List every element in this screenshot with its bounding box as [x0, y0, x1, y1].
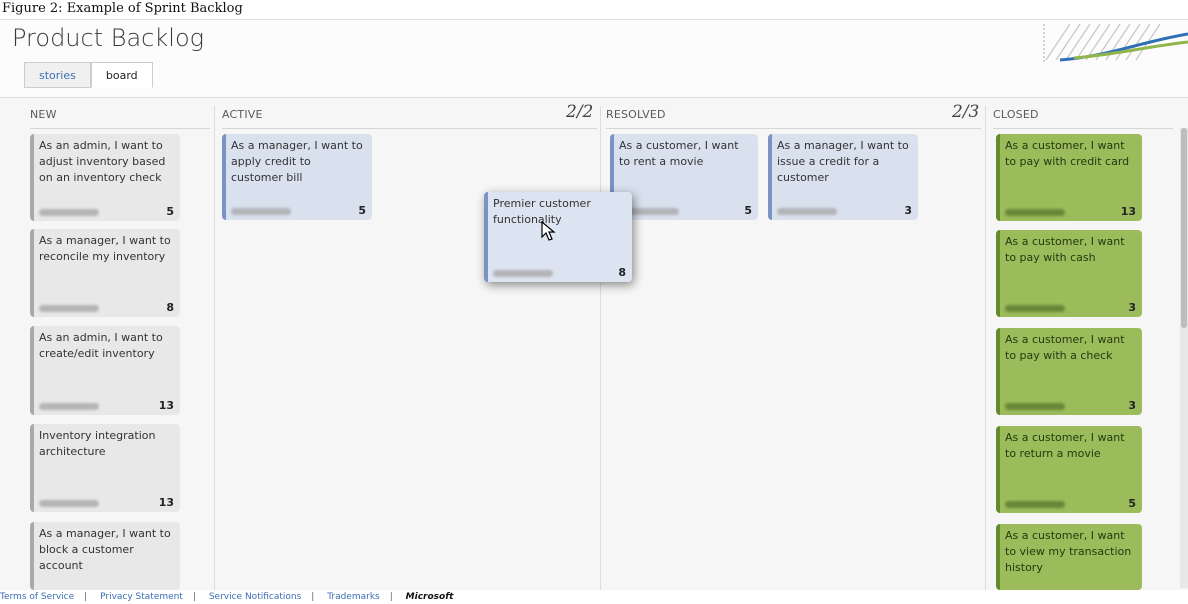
card-points: 13	[158, 496, 174, 509]
card-points: 3	[1128, 301, 1136, 314]
card-owner	[777, 208, 837, 215]
column-divider	[985, 106, 986, 590]
column-divider	[214, 106, 215, 590]
card-points: 13	[158, 399, 174, 412]
story-card[interactable]: As a customer, I want to rent a movie 5	[610, 134, 758, 220]
page-header: Product Backlog stories board	[0, 20, 1188, 98]
card-points: 5	[166, 205, 174, 218]
card-owner	[231, 208, 291, 215]
story-card[interactable]: As a customer, I want to return a movie …	[996, 426, 1142, 513]
column-wip-count-resolved: 2/3	[952, 102, 980, 122]
card-points: 5	[1128, 497, 1136, 510]
card-title: As a manager, I want to issue a credit f…	[777, 139, 909, 184]
dragged-story-card[interactable]: Premier customer functionality 8	[484, 192, 632, 282]
mouse-pointer-icon	[541, 221, 556, 241]
story-card[interactable]: As a manager, I want to block a customer…	[30, 522, 180, 590]
story-card[interactable]: As a customer, I want to pay with cash 3	[996, 230, 1142, 317]
card-owner	[39, 500, 99, 507]
page-title: Product Backlog	[12, 24, 205, 52]
card-owner	[39, 209, 99, 216]
footer-link-terms[interactable]: Terms of Service	[0, 592, 74, 602]
card-owner	[39, 305, 99, 312]
tab-stories[interactable]: stories	[24, 62, 91, 88]
footer-link-privacy[interactable]: Privacy Statement	[100, 592, 183, 602]
column-divider	[600, 106, 601, 590]
card-title: As a manager, I want to apply credit to …	[231, 139, 363, 184]
card-title: As a customer, I want to return a movie	[1005, 431, 1125, 460]
story-card[interactable]: As a customer, I want to view my transac…	[996, 524, 1142, 590]
card-title: As a customer, I want to view my transac…	[1005, 529, 1132, 574]
page-footer: Terms of Service | Privacy Statement | Ser…	[0, 590, 1188, 604]
tab-board[interactable]: board	[90, 62, 153, 88]
figure-caption: Figure 2: Example of Sprint Backlog	[0, 0, 1188, 20]
card-owner	[1005, 305, 1065, 312]
column-title-new: NEW	[30, 108, 57, 121]
card-title: As an admin, I want to adjust inventory …	[39, 139, 166, 184]
story-card[interactable]: As a customer, I want to pay with a chec…	[996, 328, 1142, 415]
card-owner	[493, 270, 553, 277]
story-card[interactable]: As an admin, I want to adjust inventory …	[30, 134, 180, 221]
card-points: 8	[166, 301, 174, 314]
card-points: 13	[1120, 205, 1136, 218]
product-logo-graphic	[1040, 20, 1188, 68]
kanban-board: NEW As an admin, I want to adjust invent…	[0, 100, 1188, 590]
card-title: As a manager, I want to block a customer…	[39, 527, 171, 572]
story-card[interactable]: Inventory integration architecture 13	[30, 424, 180, 512]
story-card[interactable]: As a manager, I want to apply credit to …	[222, 134, 372, 220]
card-points: 8	[618, 266, 626, 279]
card-owner	[1005, 403, 1065, 410]
card-title: Premier customer functionality	[493, 197, 591, 226]
microsoft-logo: Microsoft	[405, 592, 454, 602]
column-title-closed: CLOSED	[993, 108, 1039, 121]
footer-link-service-notifications[interactable]: Service Notifications	[209, 592, 301, 602]
card-points: 3	[1128, 399, 1136, 412]
story-card[interactable]: As an admin, I want to create/edit inven…	[30, 326, 180, 415]
card-owner	[1005, 209, 1065, 216]
footer-link-trademarks[interactable]: Trademarks	[327, 592, 380, 602]
column-title-resolved: RESOLVED	[606, 108, 666, 121]
card-title: Inventory integration architecture	[39, 429, 156, 458]
card-title: As a customer, I want to pay with a chec…	[1005, 333, 1125, 362]
column-wip-count-active: 2/2	[566, 102, 594, 122]
card-owner	[1005, 501, 1065, 508]
scrollbar-thumb[interactable]	[1181, 128, 1187, 328]
column-title-active: ACTIVE	[222, 108, 263, 121]
story-card[interactable]: As a manager, I want to issue a credit f…	[768, 134, 918, 220]
card-title: As a manager, I want to reconcile my inv…	[39, 234, 171, 263]
card-owner	[39, 403, 99, 410]
story-card[interactable]: As a manager, I want to reconcile my inv…	[30, 229, 180, 317]
story-card[interactable]: As a customer, I want to pay with credit…	[996, 134, 1142, 221]
card-title: As a customer, I want to pay with credit…	[1005, 139, 1130, 168]
card-points: 3	[904, 204, 912, 217]
card-title: As a customer, I want to rent a movie	[619, 139, 739, 168]
view-tabs: stories board	[24, 62, 153, 88]
card-points: 5	[744, 204, 752, 217]
card-points: 5	[358, 204, 366, 217]
card-title: As a customer, I want to pay with cash	[1005, 235, 1125, 264]
card-title: As an admin, I want to create/edit inven…	[39, 331, 163, 360]
